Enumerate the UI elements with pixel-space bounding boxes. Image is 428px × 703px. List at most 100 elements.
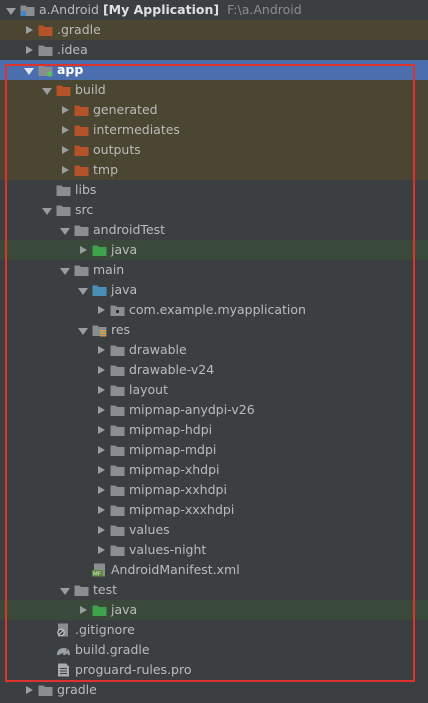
- tree-row-generated[interactable]: generated: [0, 100, 428, 120]
- expand-arrow-icon[interactable]: [60, 580, 70, 600]
- tree-item-label: mipmap-xxhdpi: [129, 482, 227, 497]
- tree-row-res[interactable]: res: [0, 320, 428, 340]
- tree-item-label: .gitignore: [75, 622, 135, 637]
- collapse-arrow-icon[interactable]: [78, 240, 88, 260]
- tree-row-gitignore[interactable]: .gitignore: [0, 620, 428, 640]
- tree-item-label: com.example.myapplication: [129, 302, 306, 317]
- tree-item-label: drawable-v24: [129, 362, 215, 377]
- tree-item-label: .gradle: [57, 22, 101, 37]
- expand-arrow-icon[interactable]: [60, 260, 70, 280]
- package-icon: [110, 303, 125, 317]
- collapse-arrow-icon[interactable]: [78, 600, 88, 620]
- tree-item-label: outputs: [93, 142, 141, 157]
- tree-row-tmp[interactable]: tmp: [0, 160, 428, 180]
- expand-arrow-icon[interactable]: [78, 320, 88, 340]
- folder-icon: [110, 343, 125, 357]
- collapse-arrow-icon[interactable]: [96, 520, 106, 540]
- tree-row-androidtest[interactable]: androidTest: [0, 220, 428, 240]
- collapse-arrow-icon[interactable]: [60, 100, 70, 120]
- tree-row-mipmap-hdpi[interactable]: mipmap-hdpi: [0, 420, 428, 440]
- collapse-arrow-icon[interactable]: [24, 20, 34, 40]
- tree-row-outputs[interactable]: outputs: [0, 140, 428, 160]
- tree-row-java[interactable]: java: [0, 600, 428, 620]
- folder-icon: [110, 363, 125, 377]
- collapse-arrow-icon[interactable]: [96, 340, 106, 360]
- tree-row-androidmanifest-xml[interactable]: MF AndroidManifest.xml: [0, 560, 428, 580]
- tree-row-values[interactable]: values: [0, 520, 428, 540]
- folder-icon: [74, 223, 89, 237]
- folder-icon: [110, 423, 125, 437]
- tree-row-intermediates[interactable]: intermediates: [0, 120, 428, 140]
- project-tree: a.Android [My Application] F:\a.Android .gr…: [0, 0, 428, 700]
- folder-icon: [110, 403, 125, 417]
- expand-arrow-icon[interactable]: [42, 80, 52, 100]
- tree-item-label: AndroidManifest.xml: [111, 562, 240, 577]
- tree-row-gradle[interactable]: .gradle: [0, 20, 428, 40]
- collapse-arrow-icon[interactable]: [96, 380, 106, 400]
- tree-row-mipmap-xxhdpi[interactable]: mipmap-xxhdpi: [0, 480, 428, 500]
- project-path: F:\a.Android: [227, 2, 302, 17]
- gradle-file-icon: [56, 643, 71, 657]
- gitignore-file-icon: [56, 623, 71, 637]
- collapse-arrow-icon[interactable]: [96, 400, 106, 420]
- folder-icon: [110, 443, 125, 457]
- folder-icon: [110, 483, 125, 497]
- expand-arrow-icon[interactable]: [24, 60, 34, 80]
- tree-row-build[interactable]: build: [0, 80, 428, 100]
- tree-row-java[interactable]: java: [0, 280, 428, 300]
- collapse-arrow-icon[interactable]: [96, 300, 106, 320]
- tree-row-mipmap-xhdpi[interactable]: mipmap-xhdpi: [0, 460, 428, 480]
- collapse-arrow-icon[interactable]: [96, 420, 106, 440]
- folder-icon: [56, 203, 71, 217]
- folder-icon: [56, 183, 71, 197]
- resource-folder-icon: [92, 323, 107, 337]
- expand-arrow-icon[interactable]: [60, 220, 70, 240]
- tree-row-values-night[interactable]: values-night: [0, 540, 428, 560]
- tree-item-label: mipmap-xhdpi: [129, 462, 220, 477]
- collapse-arrow-icon[interactable]: [60, 140, 70, 160]
- expand-arrow-icon[interactable]: [6, 0, 16, 20]
- tree-row-drawable[interactable]: drawable: [0, 340, 428, 360]
- folder-icon: [38, 43, 53, 57]
- tree-row-gradle[interactable]: gradle: [0, 680, 428, 700]
- tree-row-src[interactable]: src: [0, 200, 428, 220]
- tree-item-label: res: [111, 322, 131, 337]
- collapse-arrow-icon[interactable]: [60, 160, 70, 180]
- collapse-arrow-icon[interactable]: [96, 540, 106, 560]
- tree-row-libs[interactable]: libs: [0, 180, 428, 200]
- tree-row-app[interactable]: app: [0, 60, 428, 80]
- tree-row-java[interactable]: java: [0, 240, 428, 260]
- folder-blue-icon: [92, 283, 107, 297]
- tree-row-proguard-rules-pro[interactable]: proguard-rules.pro: [0, 660, 428, 680]
- tree-row-a-android[interactable]: a.Android [My Application] F:\a.Android: [0, 0, 428, 20]
- folder-orange-icon: [74, 103, 89, 117]
- tree-row-mipmap-anydpi-v26[interactable]: mipmap-anydpi-v26: [0, 400, 428, 420]
- tree-row-build-gradle[interactable]: build.gradle: [0, 640, 428, 660]
- expand-arrow-icon[interactable]: [78, 280, 88, 300]
- text-file-icon: [56, 663, 71, 677]
- folder-orange-icon: [38, 23, 53, 37]
- tree-row-com-example-myapplication[interactable]: com.example.myapplication: [0, 300, 428, 320]
- tree-row-layout[interactable]: layout: [0, 380, 428, 400]
- collapse-arrow-icon[interactable]: [96, 440, 106, 460]
- collapse-arrow-icon[interactable]: [96, 460, 106, 480]
- collapse-arrow-icon[interactable]: [96, 500, 106, 520]
- collapse-arrow-icon[interactable]: [60, 120, 70, 140]
- collapse-arrow-icon[interactable]: [24, 40, 34, 60]
- module-title: [My Application]: [102, 2, 220, 17]
- tree-item-label: app: [57, 62, 84, 77]
- tree-row-drawable-v24[interactable]: drawable-v24: [0, 360, 428, 380]
- tree-row-mipmap-xxxhdpi[interactable]: mipmap-xxxhdpi: [0, 500, 428, 520]
- collapse-arrow-icon[interactable]: [96, 360, 106, 380]
- tree-row-mipmap-mdpi[interactable]: mipmap-mdpi: [0, 440, 428, 460]
- folder-icon: [74, 583, 89, 597]
- expand-arrow-icon[interactable]: [42, 200, 52, 220]
- collapse-arrow-icon[interactable]: [96, 480, 106, 500]
- tree-row-idea[interactable]: .idea: [0, 40, 428, 60]
- tree-row-test[interactable]: test: [0, 580, 428, 600]
- tree-item-label: androidTest: [93, 222, 166, 237]
- tree-item-label: java: [111, 282, 138, 297]
- collapse-arrow-icon[interactable]: [24, 680, 34, 700]
- tree-row-main[interactable]: main: [0, 260, 428, 280]
- tree-item-label: gradle: [57, 682, 97, 697]
